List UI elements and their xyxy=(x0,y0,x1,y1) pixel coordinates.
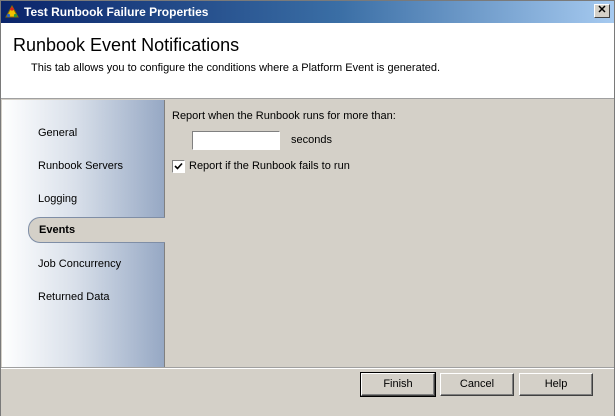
sidebar-item-label: Runbook Servers xyxy=(38,160,123,172)
help-button-label: Help xyxy=(544,378,568,390)
title-bar[interactable]: Test Runbook Failure Properties ✕ xyxy=(1,1,614,23)
page-subtitle: This tab allows you to configure the con… xyxy=(31,62,441,74)
window-title: Test Runbook Failure Properties xyxy=(24,5,209,19)
checkmark-icon xyxy=(174,162,183,170)
sidebar-item-label: Logging xyxy=(38,193,78,205)
report-fail-checkbox[interactable] xyxy=(172,160,185,173)
help-button[interactable]: Help xyxy=(519,373,593,396)
sidebar-item-returned-data[interactable]: Returned Data xyxy=(2,284,164,310)
report-duration-label: Report when the Runbook runs for more th… xyxy=(172,110,396,122)
seconds-input[interactable] xyxy=(192,131,280,150)
events-tab-content: Report when the Runbook runs for more th… xyxy=(165,100,614,367)
close-icon: ✕ xyxy=(597,4,607,16)
dialog-footer: Finish Cancel Help xyxy=(1,367,614,416)
sidebar-item-job-concurrency[interactable]: Job Concurrency xyxy=(2,251,164,277)
sidebar-item-label: Events xyxy=(39,224,76,236)
close-button[interactable]: ✕ xyxy=(594,4,610,18)
page-header: Runbook Event Notifications This tab all… xyxy=(1,23,614,99)
sidebar-item-runbook-servers[interactable]: Runbook Servers xyxy=(2,153,164,179)
sidebar-item-events[interactable]: Events xyxy=(28,217,165,243)
cancel-button-label: Cancel xyxy=(459,378,495,390)
seconds-unit-label: seconds xyxy=(291,134,332,146)
orchestrator-app-icon xyxy=(5,5,19,18)
finish-button[interactable]: Finish xyxy=(360,372,436,397)
report-fail-checkbox-label[interactable]: Report if the Runbook fails to run xyxy=(189,160,350,172)
sidebar-item-general[interactable]: General xyxy=(2,120,164,146)
properties-dialog: Test Runbook Failure Properties ✕ Runboo… xyxy=(0,0,615,416)
sidebar-item-label: Job Concurrency xyxy=(38,258,122,270)
cancel-button[interactable]: Cancel xyxy=(440,373,514,396)
finish-button-label: Finish xyxy=(383,378,413,390)
sidebar-item-logging[interactable]: Logging xyxy=(2,186,164,212)
sidebar-item-label: Returned Data xyxy=(38,291,110,303)
sidebar-nav: General Runbook Servers Logging Events J… xyxy=(2,100,165,367)
sidebar-item-label: General xyxy=(38,127,78,139)
page-title: Runbook Event Notifications xyxy=(13,35,240,55)
